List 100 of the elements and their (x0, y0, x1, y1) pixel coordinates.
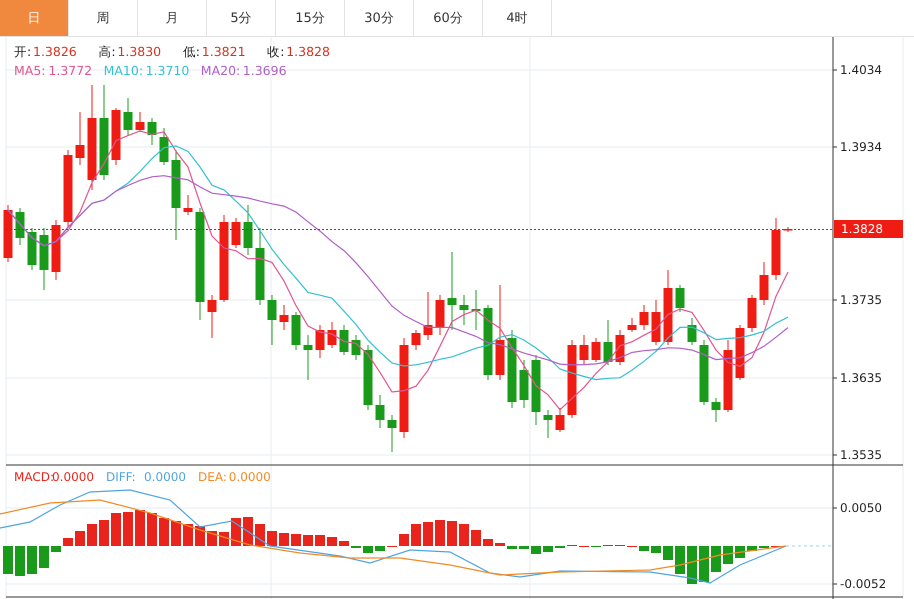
histogram-bar (675, 546, 685, 574)
macd-legend-value: 0.0000 (144, 470, 186, 484)
candle (652, 300, 660, 346)
ohlc-label: 开: (14, 44, 32, 59)
price-axis-label: 1.3535 (840, 448, 882, 462)
candle (52, 220, 60, 280)
ohlc-value: 1.3821 (202, 44, 246, 59)
histogram-bar (639, 546, 649, 551)
histogram-bar (231, 518, 241, 546)
candle (292, 312, 300, 350)
candle (700, 340, 708, 406)
ma-value: 1.3772 (48, 63, 92, 78)
histogram-bar (219, 532, 229, 546)
candle (16, 208, 24, 246)
histogram-bar (279, 533, 289, 546)
histogram-bar (471, 530, 481, 546)
candle (4, 204, 12, 262)
candle (460, 294, 468, 326)
histogram-bar (447, 521, 457, 546)
histogram-bar (375, 546, 385, 551)
histogram-bar (459, 524, 469, 546)
candle (472, 290, 480, 330)
macd-legend-label: DEA: (198, 470, 227, 484)
macd-legend-label: DIFF: (106, 470, 136, 484)
candle (364, 344, 372, 410)
histogram-bar (3, 546, 13, 574)
ma-value: 1.3710 (146, 63, 190, 78)
candle (604, 320, 612, 366)
ma-value: 1.3696 (242, 63, 287, 78)
price-axis-label: 1.3635 (840, 371, 882, 385)
histogram-bar (339, 541, 349, 546)
candle (640, 304, 648, 330)
histogram-bar (63, 538, 73, 546)
histogram-bar (207, 531, 217, 546)
candle (736, 324, 744, 380)
candle (532, 354, 540, 426)
histogram-bar (651, 546, 661, 553)
candle (136, 112, 144, 132)
histogram-bar (111, 513, 121, 546)
histogram-bar (15, 546, 25, 576)
histogram-bar (663, 546, 673, 560)
histogram-bar (483, 539, 493, 546)
histogram-bar (267, 531, 277, 546)
histogram-bar (255, 524, 265, 546)
candle (76, 112, 84, 166)
candle (436, 294, 444, 336)
candle (424, 292, 432, 340)
candle (772, 218, 780, 280)
ma-label: MA10: (104, 63, 144, 78)
candle (712, 398, 720, 422)
histogram-bar (435, 520, 445, 546)
candle (268, 294, 276, 346)
candle (340, 324, 348, 356)
candle (388, 414, 396, 452)
histogram-bar (171, 521, 181, 546)
candle (40, 228, 48, 290)
histogram-bar (303, 535, 313, 546)
histogram-bar (87, 524, 97, 546)
price-axis-label: 1.3934 (840, 140, 882, 154)
histogram-bar (507, 546, 517, 549)
histogram-bar (411, 524, 421, 546)
candle (304, 334, 312, 380)
histogram-bar (123, 512, 133, 546)
macd-axis-label: -0.0052 (840, 577, 886, 591)
candle (328, 322, 336, 348)
ohlc-label: 高: (98, 44, 116, 59)
histogram-bar (75, 531, 85, 546)
price-axis-label: 1.3735 (840, 293, 882, 307)
histogram-bar (147, 513, 157, 546)
histogram-bar (747, 546, 757, 551)
histogram-bar (531, 546, 541, 554)
current-price-value: 1.3828 (841, 222, 883, 236)
macd-legend-value: 0.0000 (52, 470, 94, 484)
candle (556, 408, 564, 432)
histogram-bar (711, 546, 721, 572)
candle (124, 98, 132, 136)
candle (160, 128, 168, 166)
candle (352, 334, 360, 360)
candle (244, 204, 252, 256)
histogram-bar (99, 520, 109, 546)
histogram-bar (327, 537, 337, 546)
candle (748, 294, 756, 332)
ohlc-value: 1.3828 (286, 44, 330, 59)
candle (280, 304, 288, 330)
histogram-bar (363, 546, 373, 553)
ohlc-value: 1.3830 (117, 44, 162, 59)
ohlc-label: 收: (267, 44, 284, 59)
histogram-bar (687, 546, 697, 584)
histogram-bar (183, 524, 193, 546)
macd-axis-label: 0.0050 (840, 501, 882, 515)
ma-label: MA20: (200, 63, 240, 78)
histogram-bar (135, 510, 145, 546)
candle (520, 360, 528, 408)
candle (184, 194, 192, 216)
histogram-bar (399, 534, 409, 546)
candle (232, 218, 240, 248)
candle (580, 334, 588, 366)
histogram-bar (27, 546, 37, 574)
histogram-bar (423, 522, 433, 546)
histogram-bar (159, 518, 169, 546)
